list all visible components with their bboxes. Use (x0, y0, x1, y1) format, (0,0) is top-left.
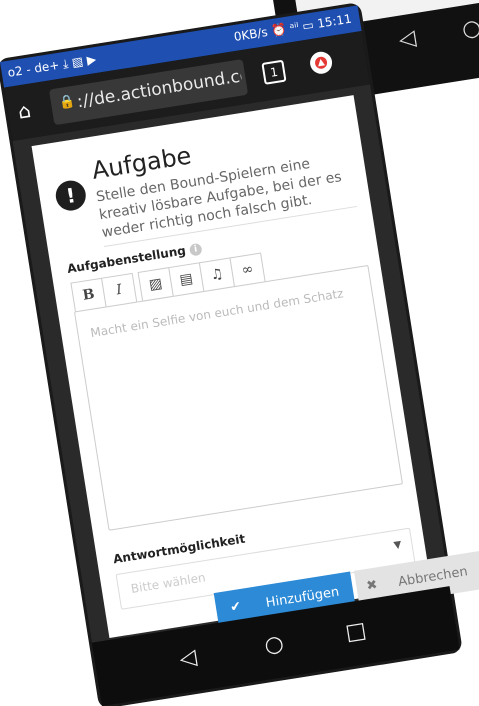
recents-icon[interactable]: □ (344, 618, 368, 646)
italic-button[interactable]: I (101, 272, 138, 308)
lock-icon: 🔒 (58, 93, 77, 112)
phone-screen: o2 - de+ ⤓ ▧ ▶ 0KB/s ⏰ ᵃⁱˡ ▭ 15:11 ⌂ 🔒 :… (0, 5, 479, 706)
back-icon[interactable]: ◁ (178, 645, 199, 672)
task-statement-editor[interactable]: B I ▨ ▤ ♫ ∞ Macht ein Selfie von euch und dem… (70, 252, 404, 531)
chevron-down-icon: ▼ (392, 539, 403, 552)
back-icon: ◁ (397, 25, 418, 53)
url-text: ://de.actionbound.com/( (75, 66, 243, 113)
checkmark-icon: ✔ (229, 599, 243, 616)
cancel-button-label: Abbrechen (397, 564, 469, 591)
arrow-up-icon: ▲ (314, 55, 328, 70)
exclamation-icon: ! (53, 178, 88, 213)
answer-option-placeholder: Bitte wählen (129, 570, 207, 596)
home-circle-icon: ○ (460, 15, 479, 43)
info-icon[interactable]: i (188, 242, 203, 257)
link-icon[interactable]: ∞ (229, 252, 266, 288)
close-icon: ✖ (365, 577, 379, 595)
task-dialog: ! Aufgabe Stelle den Bound-Spielern eine… (31, 95, 432, 638)
page-backdrop: ! Aufgabe Stelle den Bound-Spielern eine… (12, 84, 479, 643)
tab-switcher-button[interactable]: 1 (261, 59, 287, 85)
home-icon[interactable]: ⌂ (16, 98, 32, 124)
home-circle-icon[interactable]: ○ (263, 631, 286, 659)
update-button[interactable]: ▲ (308, 50, 334, 76)
